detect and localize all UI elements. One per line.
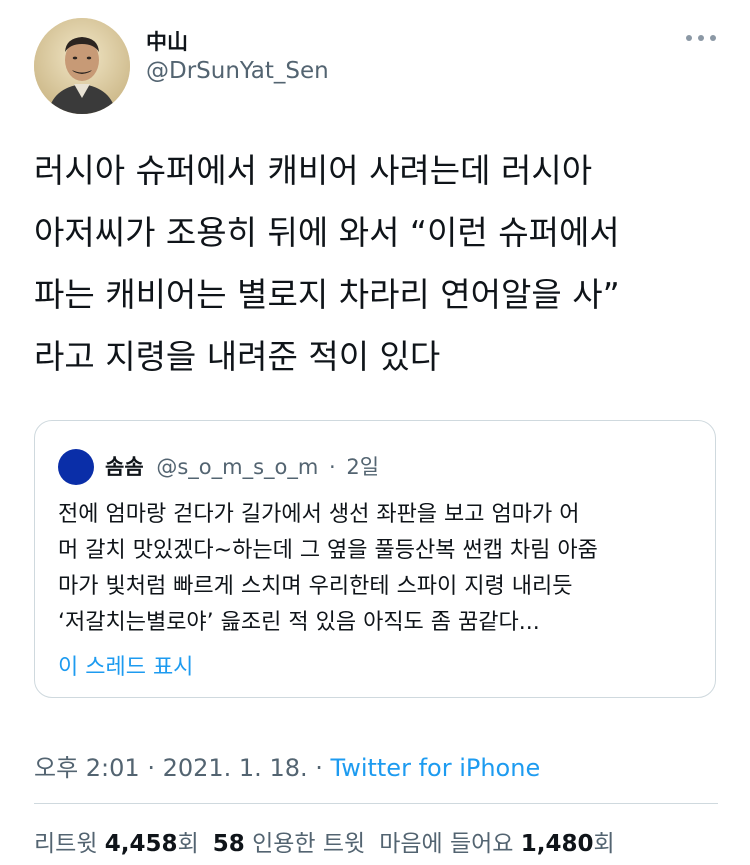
tweet-text: 러시아 슈퍼에서 캐비어 사려는데 러시아 아저씨가 조용히 뒤에 와서 “이런… bbox=[34, 151, 620, 376]
more-dot bbox=[698, 35, 704, 41]
quoted-author-avatar[interactable] bbox=[58, 449, 94, 485]
quoted-separator: · bbox=[329, 455, 336, 479]
tweet-date[interactable]: 2021. 1. 18. bbox=[163, 754, 308, 782]
more-dot bbox=[710, 35, 716, 41]
retweets-unit: 회 bbox=[177, 831, 199, 857]
quoted-tweet-card[interactable]: 솜솜 @s_o_m_s_o_m · 2일 전에 엄마랑 걷다가 길가에서 생선 … bbox=[34, 420, 716, 698]
quoted-author-name[interactable]: 솜솜 bbox=[105, 455, 144, 479]
likes-count: 1,480 bbox=[520, 831, 594, 857]
quotes-count: 58 bbox=[212, 831, 245, 857]
author-name[interactable]: 中山 bbox=[146, 26, 188, 56]
author-avatar[interactable] bbox=[34, 18, 130, 114]
tweet-stats: 리트윗 4,458회 58 인용한 트윗 마음에 들어요 1,480회 bbox=[34, 824, 615, 858]
quoted-time[interactable]: 2일 bbox=[346, 455, 379, 479]
quoted-tweet-text: 전에 엄마랑 걷다가 길가에서 생선 좌판을 보고 엄마가 어 머 갈치 맛있겠… bbox=[58, 502, 598, 635]
quoted-tweet-header: 솜솜 @s_o_m_s_o_m · 2일 bbox=[105, 451, 379, 481]
retweets-label: 리트윗 bbox=[34, 831, 98, 857]
more-dot bbox=[686, 35, 692, 41]
divider bbox=[34, 803, 718, 804]
meta-separator: · bbox=[307, 754, 331, 782]
author-avatar-image bbox=[34, 18, 130, 114]
likes-stat[interactable]: 마음에 들어요 1,480회 bbox=[379, 831, 615, 857]
likes-unit: 회 bbox=[593, 831, 615, 857]
more-horizontal-icon[interactable] bbox=[684, 30, 718, 44]
retweets-stat[interactable]: 리트윗 4,458회 bbox=[34, 831, 199, 857]
meta-separator: · bbox=[139, 754, 163, 782]
author-handle[interactable]: @DrSunYat_Sen bbox=[146, 58, 329, 84]
tweet-meta: 오후 2:01 · 2021. 1. 18. · Twitter for iPh… bbox=[34, 748, 540, 783]
tweet-time[interactable]: 오후 2:01 bbox=[34, 754, 140, 782]
retweets-count: 4,458 bbox=[104, 831, 178, 857]
tweet-source[interactable]: Twitter for iPhone bbox=[331, 754, 541, 782]
show-thread-link[interactable]: 이 스레드 표시 bbox=[58, 649, 193, 681]
likes-label: 마음에 들어요 bbox=[379, 831, 514, 857]
quotes-label: 인용한 트윗 bbox=[252, 831, 366, 857]
quoted-author-handle[interactable]: @s_o_m_s_o_m bbox=[156, 455, 318, 479]
quotes-stat[interactable]: 58 인용한 트윗 bbox=[213, 831, 365, 857]
